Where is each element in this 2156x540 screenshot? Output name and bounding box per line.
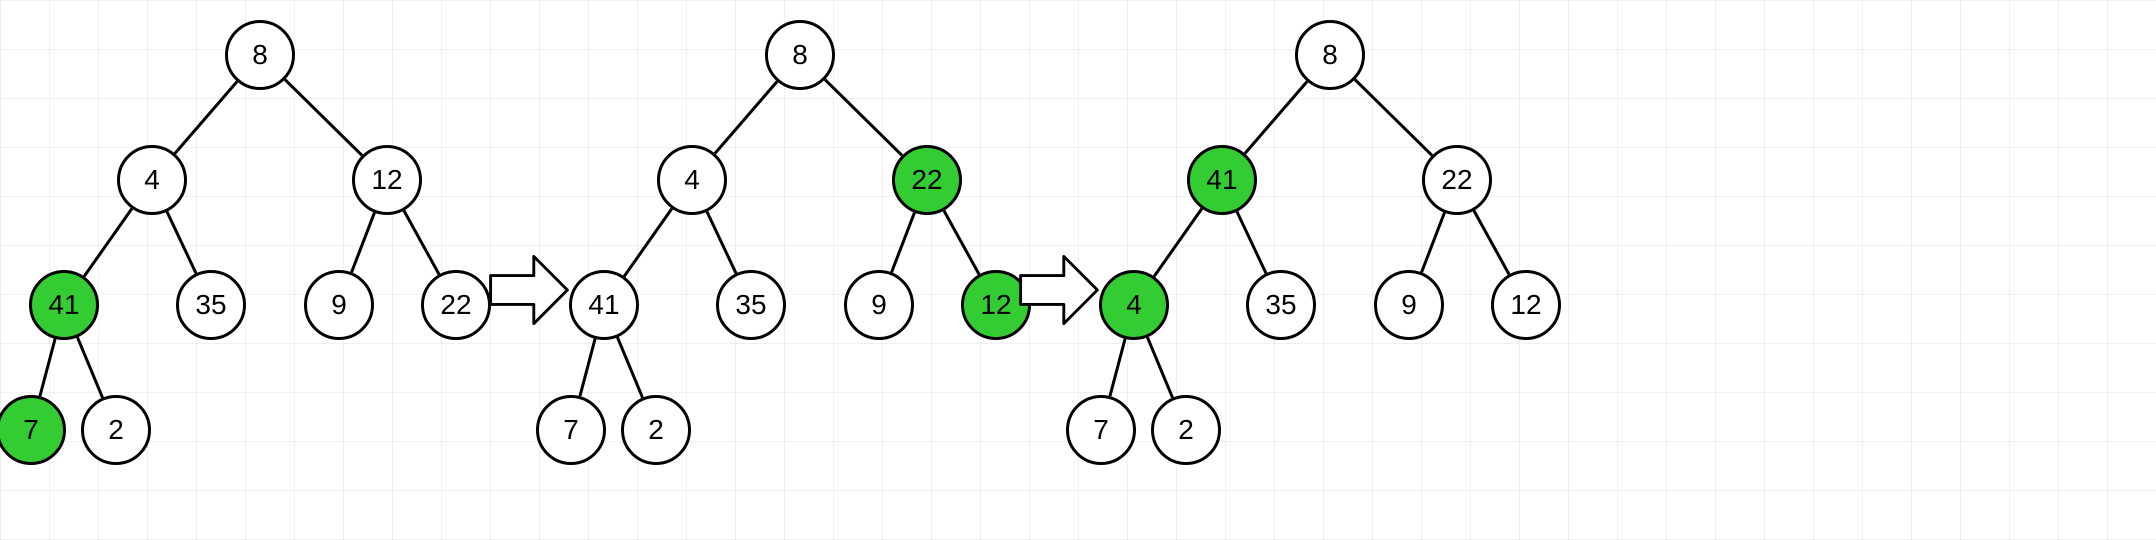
node-value: 4: [144, 164, 160, 196]
tree-1-node-lr: 35: [176, 270, 246, 340]
tree-2-node-ll: 41: [569, 270, 639, 340]
tree-3-node-rr: 12: [1491, 270, 1561, 340]
tree-2-node-l: 4: [657, 145, 727, 215]
tree-3-node-rl: 9: [1374, 270, 1444, 340]
node-value: 2: [108, 414, 124, 446]
node-value: 22: [911, 164, 942, 196]
node-value: 35: [195, 289, 226, 321]
step-arrow-2: [1011, 242, 1107, 338]
tree-1-node-lll: 7: [0, 395, 66, 465]
tree-2-node-lll: 7: [536, 395, 606, 465]
node-value: 8: [792, 39, 808, 71]
tree-1-node-rl: 9: [304, 270, 374, 340]
node-value: 41: [1206, 164, 1237, 196]
node-value: 8: [252, 39, 268, 71]
tree-3-node-lr: 35: [1246, 270, 1316, 340]
tree-1-node-ll: 41: [29, 270, 99, 340]
tree-1-node-llr: 2: [81, 395, 151, 465]
node-value: 22: [1441, 164, 1472, 196]
node-value: 41: [588, 289, 619, 321]
tree-2-node-llr: 2: [621, 395, 691, 465]
tree-2-node-rl: 9: [844, 270, 914, 340]
tree-2-node-lr: 35: [716, 270, 786, 340]
node-value: 12: [980, 289, 1011, 321]
node-value: 12: [1510, 289, 1541, 321]
tree-3-node-root: 8: [1295, 20, 1365, 90]
tree-3-node-lll: 7: [1066, 395, 1136, 465]
diagram-stage: 8 4 12 41 35 9 22 7 2 8 4 22 41 35 9 12 7 2 8 41 22 4 35 9 12 7 2: [0, 0, 2156, 540]
node-value: 41: [48, 289, 79, 321]
node-value: 8: [1322, 39, 1338, 71]
tree-3-node-l: 41: [1187, 145, 1257, 215]
node-value: 35: [1265, 289, 1296, 321]
tree-3-node-llr: 2: [1151, 395, 1221, 465]
tree-3-node-r: 22: [1422, 145, 1492, 215]
node-value: 4: [1126, 289, 1142, 321]
tree-2-node-r: 22: [892, 145, 962, 215]
node-value: 12: [371, 164, 402, 196]
node-value: 2: [648, 414, 664, 446]
tree-2-node-root: 8: [765, 20, 835, 90]
node-value: 9: [331, 289, 347, 321]
node-value: 7: [23, 414, 39, 446]
node-value: 35: [735, 289, 766, 321]
node-value: 4: [684, 164, 700, 196]
node-value: 7: [1093, 414, 1109, 446]
node-value: 2: [1178, 414, 1194, 446]
node-value: 22: [440, 289, 471, 321]
node-value: 9: [1401, 289, 1417, 321]
node-value: 9: [871, 289, 887, 321]
tree-1-node-l: 4: [117, 145, 187, 215]
node-value: 7: [563, 414, 579, 446]
tree-1-node-root: 8: [225, 20, 295, 90]
tree-3-node-ll: 4: [1099, 270, 1169, 340]
step-arrow-1: [481, 242, 577, 338]
tree-1-node-r: 12: [352, 145, 422, 215]
